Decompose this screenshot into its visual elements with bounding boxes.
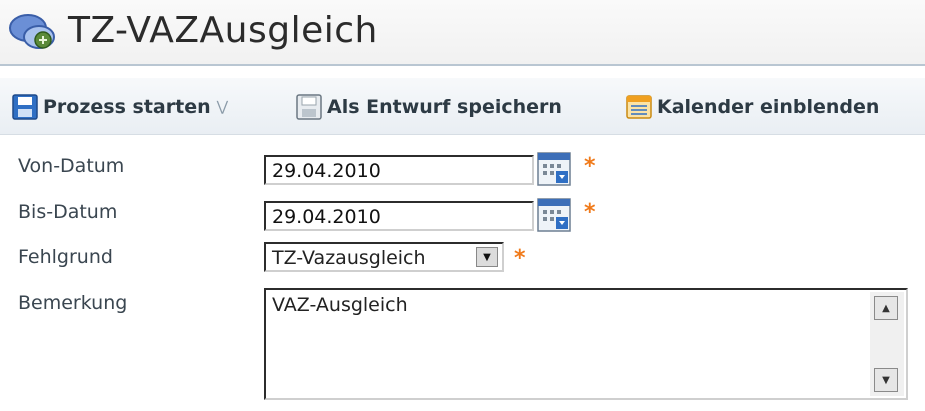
from-date-label: Von-Datum bbox=[18, 155, 125, 177]
reason-select[interactable]: TZ-Vazausgleich ▼ bbox=[264, 242, 504, 272]
save-draft-icon bbox=[296, 94, 322, 120]
show-calendar-button[interactable]: Kalender einblenden bbox=[626, 93, 879, 121]
title-bar: TZ-VAZAusgleich bbox=[0, 0, 925, 66]
from-date-input[interactable]: 29.04.2010 bbox=[264, 155, 534, 185]
remark-textarea[interactable]: VAZ-Ausgleich ▲ ▼ bbox=[264, 288, 908, 400]
save-draft-button[interactable]: Als Entwurf speichern bbox=[296, 93, 562, 121]
show-calendar-label: Kalender einblenden bbox=[657, 96, 880, 118]
dropdown-chevrons-icon[interactable]: ⋁ bbox=[217, 99, 228, 115]
to-date-label: Bis-Datum bbox=[18, 201, 118, 223]
reason-value: TZ-Vazausgleich bbox=[272, 247, 426, 269]
to-date-input[interactable]: 29.04.2010 bbox=[264, 201, 534, 231]
reason-label: Fehlgrund bbox=[18, 246, 113, 268]
chevron-down-icon[interactable]: ▼ bbox=[476, 247, 498, 267]
date-picker-icon[interactable] bbox=[537, 198, 571, 232]
save-icon bbox=[12, 94, 38, 120]
scroll-down-icon[interactable]: ▼ bbox=[874, 368, 898, 392]
start-process-button[interactable]: Prozess starten ⋁ bbox=[12, 93, 228, 121]
toolbar: Prozess starten ⋁ Als Entwurf speichern … bbox=[0, 78, 925, 135]
date-picker-icon[interactable] bbox=[537, 152, 571, 186]
chat-bubbles-icon bbox=[9, 14, 55, 49]
calendar-icon bbox=[626, 95, 652, 119]
required-marker: * bbox=[514, 246, 526, 271]
save-draft-label: Als Entwurf speichern bbox=[327, 96, 562, 118]
remark-label: Bemerkung bbox=[18, 292, 128, 314]
scrollbar[interactable]: ▲ ▼ bbox=[870, 292, 904, 396]
scroll-up-icon[interactable]: ▲ bbox=[874, 296, 898, 320]
required-marker: * bbox=[584, 154, 596, 179]
start-process-label: Prozess starten bbox=[43, 96, 211, 118]
required-marker: * bbox=[584, 200, 596, 225]
remark-value: VAZ-Ausgleich bbox=[272, 294, 408, 316]
page-title: TZ-VAZAusgleich bbox=[68, 10, 378, 51]
